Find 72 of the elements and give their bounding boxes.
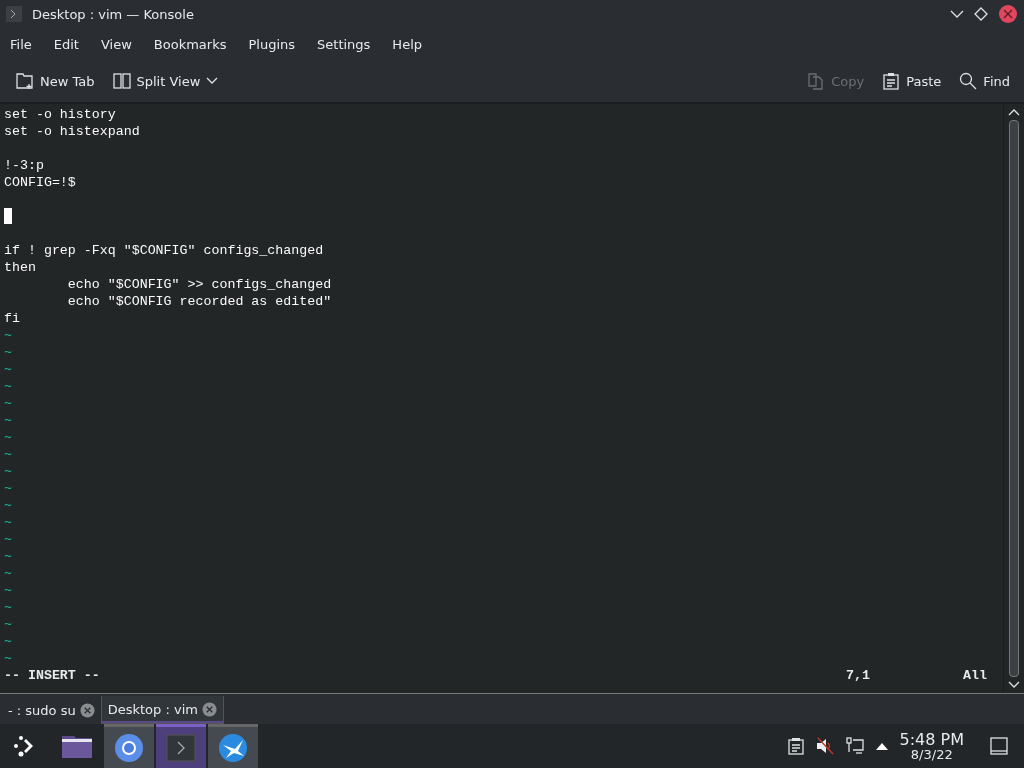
- expand-tray-icon[interactable]: [875, 742, 888, 750]
- empty-line-marker: ~: [4, 379, 12, 394]
- window-title: Desktop : vim — Konsole: [32, 6, 194, 22]
- new-tab-icon: [16, 72, 34, 90]
- code-line: echo "$CONFIG" >> configs_changed: [66, 277, 332, 292]
- empty-line-marker: ~: [4, 362, 12, 377]
- taskbar-app[interactable]: [208, 724, 258, 768]
- code-line: fi: [4, 311, 20, 326]
- new-tab-button[interactable]: New Tab: [10, 66, 101, 96]
- cursor-position: 7,1: [846, 667, 871, 684]
- folder-icon[interactable]: [61, 733, 93, 759]
- mode-indicator: -- INSERT --: [4, 667, 100, 684]
- menu-item[interactable]: Settings: [309, 32, 379, 56]
- empty-line-marker: ~: [4, 583, 12, 598]
- code-line: !-3:p: [4, 158, 44, 173]
- paste-button[interactable]: Paste: [876, 66, 948, 96]
- scroll-down-icon[interactable]: [1008, 681, 1020, 689]
- empty-line-marker: ~: [4, 549, 12, 564]
- empty-line-marker: ~: [4, 328, 12, 343]
- empty-line-marker: ~: [4, 600, 12, 615]
- empty-line-marker: ~: [4, 651, 12, 666]
- menu-item[interactable]: View: [92, 32, 140, 56]
- clock-date[interactable]: 8/3/22: [910, 747, 953, 761]
- empty-line-marker: ~: [4, 634, 12, 649]
- find-button[interactable]: Find: [953, 66, 1016, 96]
- scroll-up-icon[interactable]: [1008, 108, 1020, 116]
- search-icon: [959, 72, 978, 90]
- terminal-icon: [6, 6, 22, 22]
- empty-line-marker: ~: [4, 566, 12, 581]
- dropdown-icon: [206, 77, 219, 85]
- copy-icon: [807, 72, 826, 90]
- empty-line-marker: ~: [4, 617, 12, 632]
- empty-line-marker: ~: [4, 345, 12, 360]
- code-line: echo "$CONFIG recorded as edited": [66, 294, 332, 309]
- terminal-tab[interactable]: Desktop : vim: [100, 696, 224, 724]
- empty-line-marker: ~: [4, 447, 12, 462]
- browser-icon[interactable]: [114, 732, 144, 763]
- code-line: if ! grep -Fxq "$CONFIG" configs_changed: [4, 243, 324, 258]
- scroll-position: All: [963, 667, 987, 684]
- scrollbar-thumb[interactable]: [1009, 120, 1019, 677]
- empty-line-marker: ~: [4, 430, 12, 445]
- taskbar-app[interactable]: [104, 724, 154, 768]
- menu-item[interactable]: File: [2, 32, 40, 56]
- empty-line-marker: ~: [4, 413, 12, 428]
- menu-item[interactable]: Plugins: [240, 32, 304, 56]
- clipboard-icon[interactable]: [787, 737, 804, 755]
- code-line: set -o histexpand: [4, 124, 140, 139]
- menu-item[interactable]: Edit: [45, 32, 87, 56]
- empty-line-marker: ~: [4, 498, 12, 513]
- empty-line-marker: ~: [4, 532, 12, 547]
- show-desktop-icon[interactable]: [990, 737, 1008, 755]
- empty-line-marker: ~: [4, 464, 12, 479]
- menu-item[interactable]: Bookmarks: [145, 32, 235, 56]
- empty-line-marker: ~: [4, 515, 12, 530]
- minimize-icon[interactable]: [950, 9, 964, 19]
- close-icon[interactable]: [998, 4, 1018, 24]
- code-line: set -o history: [4, 107, 116, 122]
- clipboard-icon: [882, 72, 901, 90]
- empty-line-marker: ~: [4, 396, 12, 411]
- muted-speaker-icon[interactable]: [815, 737, 834, 755]
- code-line: CONFIG=!$: [4, 175, 76, 190]
- empty-line-marker: ~: [4, 481, 12, 496]
- code-line: then: [4, 260, 36, 275]
- split-view-icon: [112, 72, 131, 90]
- close-icon[interactable]: [201, 702, 217, 717]
- menu-item[interactable]: Help: [384, 32, 430, 56]
- maximize-icon[interactable]: [974, 7, 988, 21]
- bird-icon[interactable]: [218, 732, 248, 763]
- split-view-button[interactable]: Split View: [106, 66, 225, 96]
- clock-time[interactable]: 5:48 PM: [899, 731, 964, 748]
- close-icon[interactable]: [79, 702, 95, 718]
- network-icon[interactable]: [845, 737, 864, 755]
